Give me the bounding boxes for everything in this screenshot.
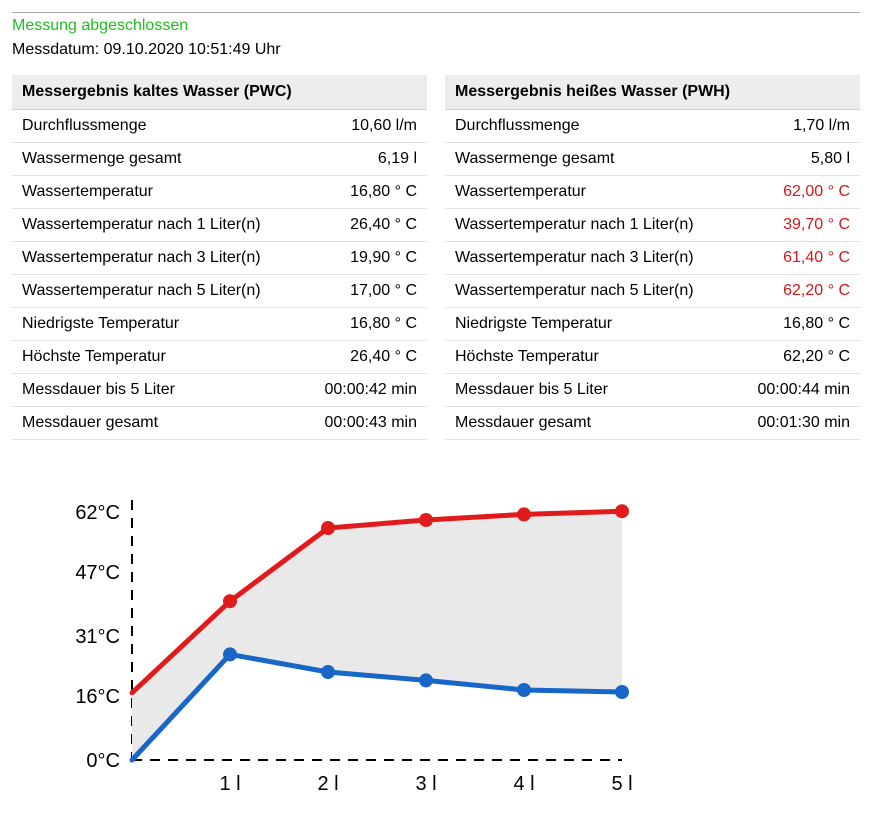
row-value: 39,70 ° C: [734, 209, 860, 242]
row-value: 00:01:30 min: [734, 407, 860, 440]
table-row: Niedrigste Temperatur16,80 ° C: [12, 308, 427, 341]
row-label: Messdauer bis 5 Liter: [12, 374, 301, 407]
table-row: Durchflussmenge1,70 l/m: [445, 110, 860, 143]
measurement-date: Messdatum: 09.10.2020 10:51:49 Uhr: [12, 41, 860, 59]
row-label: Durchflussmenge: [12, 110, 301, 143]
svg-text:0°C: 0°C: [86, 750, 120, 772]
row-value: 62,20 ° C: [734, 341, 860, 374]
status-text: Messung abgeschlossen: [12, 17, 860, 35]
table-row: Wassermenge gesamt6,19 l: [12, 143, 427, 176]
table-row: Messdauer bis 5 Liter00:00:44 min: [445, 374, 860, 407]
table-row: Messdauer bis 5 Liter00:00:42 min: [12, 374, 427, 407]
row-value: 5,80 l: [734, 143, 860, 176]
row-label: Wassertemperatur: [12, 176, 301, 209]
temperature-chart: 0°C 16°C 31°C 47°C 62°C 1 l 2 l 3 l 4 l 5 l: [42, 480, 860, 815]
table-hot-water: Messergebnis heißes Wasser (PWH) Durchfl…: [445, 75, 860, 440]
svg-text:2 l: 2 l: [317, 773, 338, 795]
svg-text:47°C: 47°C: [75, 562, 120, 584]
row-value: 16,80 ° C: [301, 176, 427, 209]
row-value: 00:00:44 min: [734, 374, 860, 407]
svg-text:3 l: 3 l: [415, 773, 436, 795]
row-value: 16,80 ° C: [734, 308, 860, 341]
row-label: Messdauer gesamt: [445, 407, 734, 440]
row-label: Wassertemperatur nach 5 Liter(n): [445, 275, 734, 308]
row-label: Wassertemperatur nach 1 Liter(n): [12, 209, 301, 242]
svg-text:31°C: 31°C: [75, 626, 120, 648]
table-cold-title: Messergebnis kaltes Wasser (PWC): [12, 75, 427, 110]
row-value: 26,40 ° C: [301, 341, 427, 374]
row-value: 10,60 l/m: [301, 110, 427, 143]
table-row: Höchste Temperatur62,20 ° C: [445, 341, 860, 374]
table-cold-water: Messergebnis kaltes Wasser (PWC) Durchfl…: [12, 75, 427, 440]
row-label: Wassermenge gesamt: [445, 143, 734, 176]
table-row: Höchste Temperatur26,40 ° C: [12, 341, 427, 374]
table-row: Wassertemperatur62,00 ° C: [445, 176, 860, 209]
row-label: Wassertemperatur: [445, 176, 734, 209]
table-row: Messdauer gesamt00:01:30 min: [445, 407, 860, 440]
row-label: Wassertemperatur nach 5 Liter(n): [12, 275, 301, 308]
row-label: Durchflussmenge: [445, 110, 734, 143]
row-value: 00:00:42 min: [301, 374, 427, 407]
result-tables: Messergebnis kaltes Wasser (PWC) Durchfl…: [12, 75, 860, 440]
row-label: Höchste Temperatur: [12, 341, 301, 374]
svg-text:5 l: 5 l: [611, 773, 632, 795]
row-value: 26,40 ° C: [301, 209, 427, 242]
svg-text:62°C: 62°C: [75, 502, 120, 524]
row-label: Wassermenge gesamt: [12, 143, 301, 176]
table-row: Wassertemperatur nach 3 Liter(n)19,90 ° …: [12, 242, 427, 275]
table-row: Wassertemperatur nach 3 Liter(n)61,40 ° …: [445, 242, 860, 275]
row-label: Messdauer gesamt: [12, 407, 301, 440]
table-row: Wassertemperatur nach 1 Liter(n)39,70 ° …: [445, 209, 860, 242]
row-label: Messdauer bis 5 Liter: [445, 374, 734, 407]
table-hot-title: Messergebnis heißes Wasser (PWH): [445, 75, 860, 110]
row-label: Wassertemperatur nach 1 Liter(n): [445, 209, 734, 242]
row-label: Wassertemperatur nach 3 Liter(n): [445, 242, 734, 275]
row-value: 62,00 ° C: [734, 176, 860, 209]
row-value: 16,80 ° C: [301, 308, 427, 341]
row-value: 19,90 ° C: [301, 242, 427, 275]
table-row: Wassertemperatur nach 5 Liter(n)17,00 ° …: [12, 275, 427, 308]
table-row: Messdauer gesamt00:00:43 min: [12, 407, 427, 440]
row-label: Wassertemperatur nach 3 Liter(n): [12, 242, 301, 275]
svg-text:16°C: 16°C: [75, 686, 120, 708]
row-value: 1,70 l/m: [734, 110, 860, 143]
row-label: Niedrigste Temperatur: [12, 308, 301, 341]
table-row: Wassermenge gesamt5,80 l: [445, 143, 860, 176]
row-value: 17,00 ° C: [301, 275, 427, 308]
row-label: Niedrigste Temperatur: [445, 308, 734, 341]
row-value: 61,40 ° C: [734, 242, 860, 275]
table-row: Wassertemperatur16,80 ° C: [12, 176, 427, 209]
table-row: Wassertemperatur nach 5 Liter(n)62,20 ° …: [445, 275, 860, 308]
row-value: 62,20 ° C: [734, 275, 860, 308]
row-value: 6,19 l: [301, 143, 427, 176]
svg-text:1 l: 1 l: [219, 773, 240, 795]
row-label: Höchste Temperatur: [445, 341, 734, 374]
table-row: Durchflussmenge10,60 l/m: [12, 110, 427, 143]
table-row: Wassertemperatur nach 1 Liter(n)26,40 ° …: [12, 209, 427, 242]
table-row: Niedrigste Temperatur16,80 ° C: [445, 308, 860, 341]
svg-text:4 l: 4 l: [513, 773, 534, 795]
row-value: 00:00:43 min: [301, 407, 427, 440]
